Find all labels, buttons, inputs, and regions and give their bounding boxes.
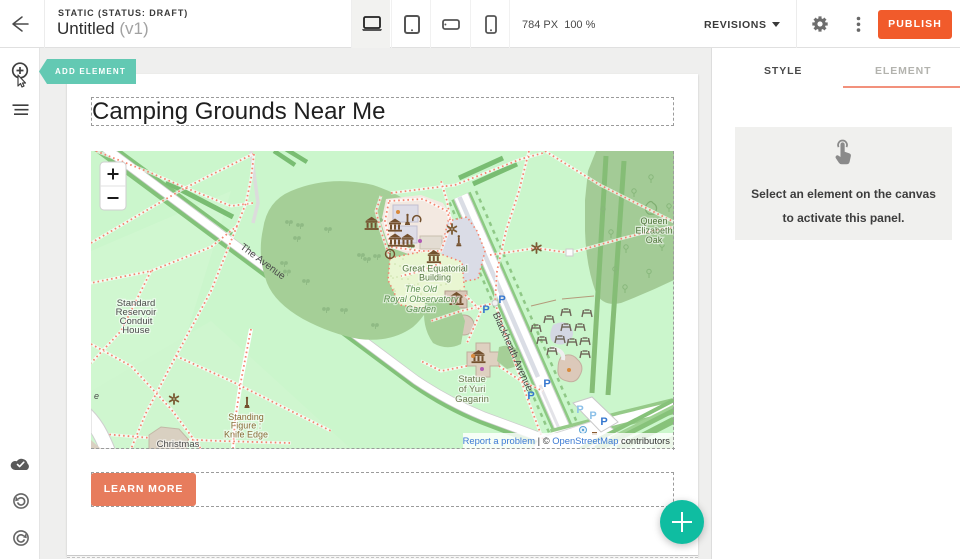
svg-text:P: P xyxy=(482,304,489,316)
svg-text:Knife Edge: Knife Edge xyxy=(224,430,268,440)
svg-text:Oak: Oak xyxy=(646,235,663,245)
svg-text:e: e xyxy=(94,391,99,401)
svg-text:Royal Observatory: Royal Observatory xyxy=(384,294,459,304)
svg-text:The Old: The Old xyxy=(405,284,438,294)
svg-text:P: P xyxy=(589,410,596,422)
svg-text:Elizabeth: Elizabeth xyxy=(635,226,672,236)
svg-text:P: P xyxy=(527,390,534,402)
svg-text:Garden: Garden xyxy=(406,304,436,314)
svg-text:House: House xyxy=(122,325,149,336)
svg-text:P: P xyxy=(600,416,607,428)
svg-text:P: P xyxy=(576,404,583,416)
svg-text:P: P xyxy=(543,378,550,390)
svg-text:Queen: Queen xyxy=(640,216,667,226)
svg-text:P: P xyxy=(498,294,505,306)
svg-text:Report a problem | © OpenStree: Report a problem | © OpenStreetMap contr… xyxy=(463,435,671,446)
svg-text:Building: Building xyxy=(419,273,451,283)
svg-text:Gagarin: Gagarin xyxy=(455,394,489,405)
